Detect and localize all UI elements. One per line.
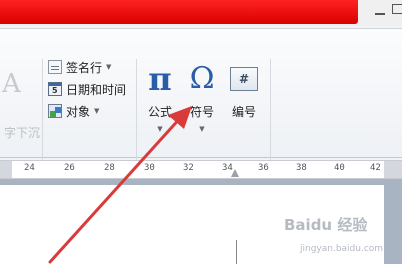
annotation-arrow (48, 106, 192, 264)
